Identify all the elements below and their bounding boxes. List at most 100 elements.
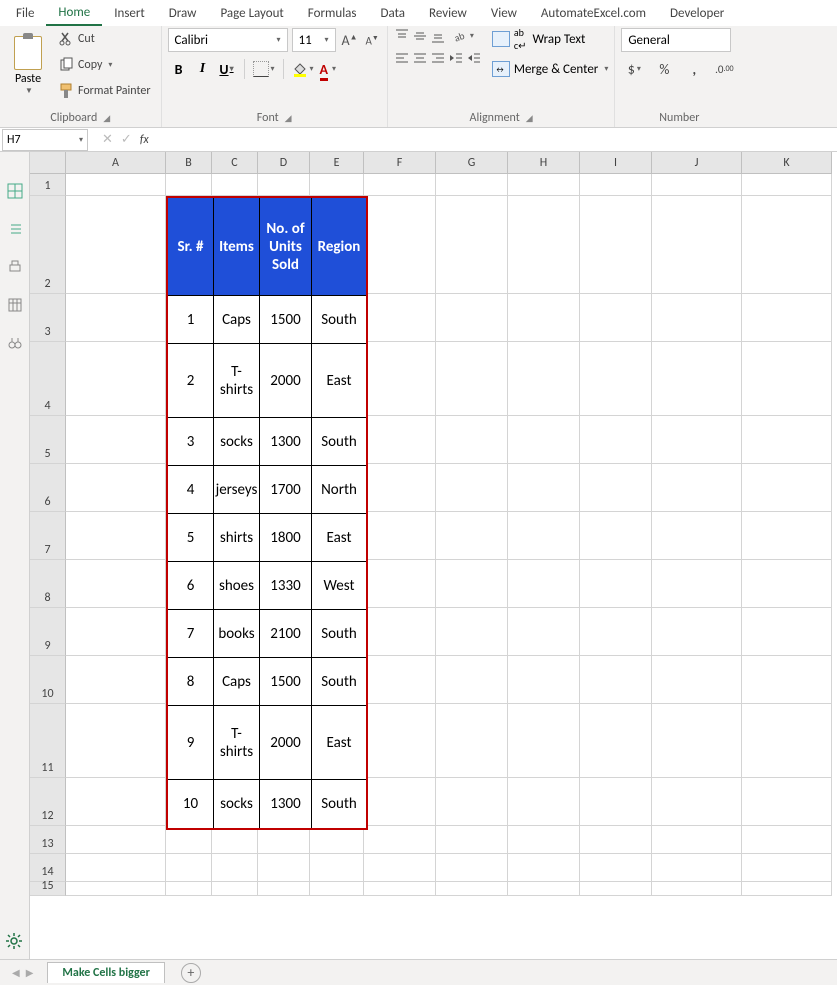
- cell[interactable]: [742, 416, 832, 464]
- cell[interactable]: [742, 608, 832, 656]
- number-format-select[interactable]: General: [621, 28, 731, 52]
- increase-font-button[interactable]: A▲: [340, 32, 360, 49]
- align-top-button[interactable]: [394, 28, 410, 44]
- column-header[interactable]: F: [364, 152, 436, 174]
- cancel-icon[interactable]: ✕: [102, 132, 113, 147]
- table-cell[interactable]: 1500: [260, 296, 312, 344]
- table-cell[interactable]: 6: [168, 562, 214, 610]
- cell[interactable]: [66, 416, 166, 464]
- cell[interactable]: [652, 416, 742, 464]
- paste-button[interactable]: Paste ▼: [6, 28, 50, 104]
- cell[interactable]: [652, 174, 742, 196]
- table-cell[interactable]: 2: [168, 344, 214, 418]
- cell[interactable]: [580, 174, 652, 196]
- cell[interactable]: [364, 778, 436, 826]
- cell[interactable]: [580, 560, 652, 608]
- cell[interactable]: [742, 560, 832, 608]
- borders-button[interactable]: ▾: [251, 58, 277, 80]
- fx-icon[interactable]: fx: [140, 133, 149, 147]
- cell[interactable]: [436, 196, 508, 294]
- cell[interactable]: [436, 342, 508, 416]
- font-name-select[interactable]: Calibri▾: [168, 28, 288, 52]
- ribbon-tab-automateexcelcom[interactable]: AutomateExcel.com: [529, 2, 658, 25]
- cell[interactable]: [742, 196, 832, 294]
- cell[interactable]: [436, 778, 508, 826]
- cell[interactable]: [742, 512, 832, 560]
- cell[interactable]: [166, 882, 212, 896]
- cell[interactable]: [364, 464, 436, 512]
- cell[interactable]: [652, 512, 742, 560]
- cell[interactable]: [742, 882, 832, 896]
- cell[interactable]: [652, 778, 742, 826]
- ribbon-tab-review[interactable]: Review: [417, 2, 479, 25]
- column-header[interactable]: H: [508, 152, 580, 174]
- cell[interactable]: [580, 294, 652, 342]
- table-cell[interactable]: 2000: [260, 344, 312, 418]
- table-header-cell[interactable]: No. of Units Sold: [260, 198, 312, 296]
- column-header[interactable]: D: [258, 152, 310, 174]
- table-cell[interactable]: shirts: [214, 514, 260, 562]
- table-cell[interactable]: East: [312, 514, 366, 562]
- table-header-cell[interactable]: Items: [214, 198, 260, 296]
- table-cell[interactable]: 2100: [260, 610, 312, 658]
- cell[interactable]: [580, 854, 652, 882]
- cell[interactable]: [166, 826, 212, 854]
- column-header[interactable]: G: [436, 152, 508, 174]
- cell[interactable]: [436, 704, 508, 778]
- cell[interactable]: [652, 560, 742, 608]
- column-header[interactable]: C: [212, 152, 258, 174]
- cell[interactable]: [508, 656, 580, 704]
- cell[interactable]: [364, 174, 436, 196]
- cell[interactable]: [580, 704, 652, 778]
- cell[interactable]: [436, 608, 508, 656]
- table-cell[interactable]: 1300: [260, 780, 312, 828]
- cell[interactable]: [580, 464, 652, 512]
- format-painter-button[interactable]: Format Painter: [54, 80, 155, 102]
- cell[interactable]: [508, 854, 580, 882]
- printer-icon[interactable]: [6, 258, 24, 276]
- gear-icon[interactable]: [4, 931, 24, 955]
- formula-input[interactable]: [157, 129, 837, 151]
- cell[interactable]: [742, 826, 832, 854]
- table-cell[interactable]: socks: [214, 780, 260, 828]
- tab-nav-next[interactable]: ▶: [26, 966, 34, 979]
- decrease-indent-button[interactable]: [448, 50, 464, 66]
- table-cell[interactable]: Caps: [214, 658, 260, 706]
- cell[interactable]: [436, 512, 508, 560]
- table-cell[interactable]: 5: [168, 514, 214, 562]
- cell[interactable]: [508, 882, 580, 896]
- increase-decimal-button[interactable]: .0.00: [711, 58, 737, 80]
- cell[interactable]: [652, 342, 742, 416]
- add-sheet-button[interactable]: +: [181, 963, 201, 983]
- comma-format-button[interactable]: ,: [681, 58, 707, 80]
- cell[interactable]: [436, 464, 508, 512]
- table-cell[interactable]: South: [312, 780, 366, 828]
- row-header[interactable]: 5: [30, 416, 66, 464]
- cell[interactable]: [652, 826, 742, 854]
- name-box[interactable]: H7▾: [2, 129, 88, 151]
- cell[interactable]: [652, 882, 742, 896]
- column-header[interactable]: J: [652, 152, 742, 174]
- column-header[interactable]: I: [580, 152, 652, 174]
- table-cell[interactable]: 3: [168, 418, 214, 466]
- row-header[interactable]: 11: [30, 704, 66, 778]
- cell[interactable]: [436, 174, 508, 196]
- binoculars-icon[interactable]: [6, 334, 24, 352]
- row-header[interactable]: 10: [30, 656, 66, 704]
- cell[interactable]: [436, 826, 508, 854]
- tab-nav-prev[interactable]: ◀: [12, 966, 20, 979]
- spreadsheet-grid[interactable]: ABCDEFGHIJK 123456789101112131415 Sr. #I…: [30, 152, 837, 959]
- cell[interactable]: [364, 826, 436, 854]
- cell[interactable]: [258, 882, 310, 896]
- cell[interactable]: [436, 294, 508, 342]
- ribbon-tab-pagelayout[interactable]: Page Layout: [208, 2, 295, 25]
- table-cell[interactable]: books: [214, 610, 260, 658]
- cell[interactable]: [508, 778, 580, 826]
- cell[interactable]: [508, 416, 580, 464]
- cell[interactable]: [66, 294, 166, 342]
- bold-button[interactable]: B: [168, 58, 190, 80]
- cell[interactable]: [212, 882, 258, 896]
- cell[interactable]: [508, 294, 580, 342]
- table-cell[interactable]: shoes: [214, 562, 260, 610]
- cell[interactable]: [436, 416, 508, 464]
